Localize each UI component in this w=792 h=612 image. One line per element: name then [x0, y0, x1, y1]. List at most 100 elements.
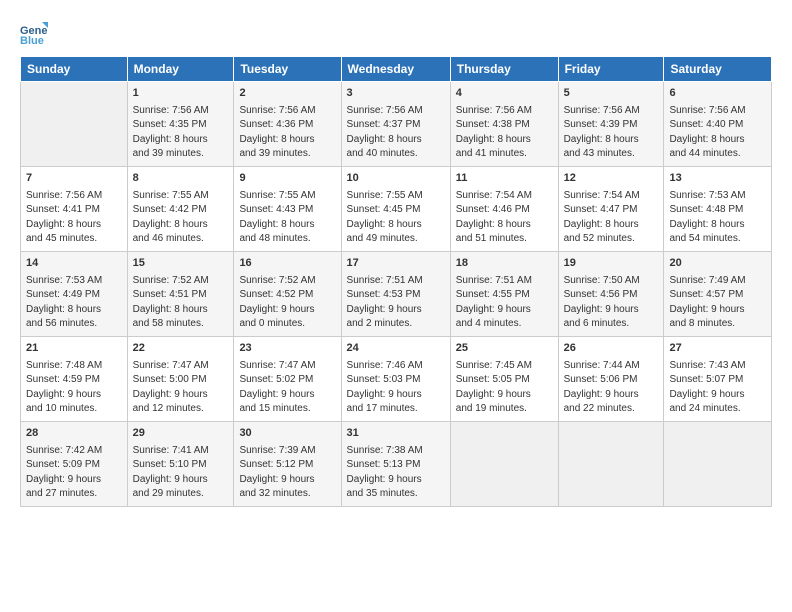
day-number: 9	[239, 171, 335, 187]
day-info-line: and 49 minutes.	[347, 232, 445, 247]
day-info-line: and 2 minutes.	[347, 317, 445, 332]
week-row-2: 7Sunrise: 7:56 AMSunset: 4:41 PMDaylight…	[21, 166, 772, 251]
day-info-line: Sunset: 4:46 PM	[456, 203, 553, 218]
day-info-line: Sunrise: 7:56 AM	[456, 104, 553, 119]
cal-cell: 16Sunrise: 7:52 AMSunset: 4:52 PMDayligh…	[234, 251, 341, 336]
day-info-line: and 56 minutes.	[26, 317, 122, 332]
day-number: 29	[133, 426, 229, 442]
logo: General Blue	[20, 18, 52, 46]
day-info-line: and 6 minutes.	[564, 317, 659, 332]
day-info-line: Sunrise: 7:51 AM	[456, 274, 553, 289]
day-info-line: Sunset: 4:48 PM	[669, 203, 766, 218]
day-info-line: Sunset: 4:56 PM	[564, 288, 659, 303]
cal-cell: 9Sunrise: 7:55 AMSunset: 4:43 PMDaylight…	[234, 166, 341, 251]
day-info-line: and 40 minutes.	[347, 147, 445, 162]
cal-cell	[450, 421, 558, 506]
cal-cell: 3Sunrise: 7:56 AMSunset: 4:37 PMDaylight…	[341, 82, 450, 167]
day-info-line: Sunrise: 7:39 AM	[239, 444, 335, 459]
day-info-line: Sunrise: 7:56 AM	[133, 104, 229, 119]
day-info-line: Sunrise: 7:49 AM	[669, 274, 766, 289]
day-number: 3	[347, 86, 445, 102]
day-info-line: and 44 minutes.	[669, 147, 766, 162]
header-thursday: Thursday	[450, 57, 558, 82]
day-info-line: and 51 minutes.	[456, 232, 553, 247]
day-info-line: Sunset: 4:42 PM	[133, 203, 229, 218]
day-number: 6	[669, 86, 766, 102]
day-info-line: Sunrise: 7:50 AM	[564, 274, 659, 289]
day-info-line: Daylight: 9 hours	[564, 303, 659, 318]
day-number: 25	[456, 341, 553, 357]
day-number: 18	[456, 256, 553, 272]
cal-cell	[558, 421, 664, 506]
day-info-line: Sunrise: 7:56 AM	[26, 189, 122, 204]
day-number: 28	[26, 426, 122, 442]
day-info-line: Sunset: 5:09 PM	[26, 458, 122, 473]
day-number: 22	[133, 341, 229, 357]
week-row-1: 1Sunrise: 7:56 AMSunset: 4:35 PMDaylight…	[21, 82, 772, 167]
day-number: 17	[347, 256, 445, 272]
cal-cell: 5Sunrise: 7:56 AMSunset: 4:39 PMDaylight…	[558, 82, 664, 167]
day-info-line: Sunrise: 7:56 AM	[347, 104, 445, 119]
day-info-line: Sunset: 5:03 PM	[347, 373, 445, 388]
day-info-line: Sunrise: 7:56 AM	[564, 104, 659, 119]
day-info-line: Sunset: 4:59 PM	[26, 373, 122, 388]
day-info-line: and 32 minutes.	[239, 487, 335, 502]
day-info-line: Sunset: 4:41 PM	[26, 203, 122, 218]
cal-cell	[664, 421, 772, 506]
day-info-line: Daylight: 8 hours	[456, 133, 553, 148]
day-info-line: and 35 minutes.	[347, 487, 445, 502]
day-info-line: Sunset: 4:52 PM	[239, 288, 335, 303]
day-info-line: Sunrise: 7:54 AM	[456, 189, 553, 204]
cal-cell: 31 Sunrise: 7:38 AMSunset: 5:13 PMDayligh…	[341, 421, 450, 506]
day-info-line: Daylight: 8 hours	[239, 133, 335, 148]
day-info-line: Sunset: 5:13 PM	[347, 458, 445, 473]
day-info-line: Daylight: 8 hours	[347, 133, 445, 148]
day-info-line: Sunset: 4:35 PM	[133, 118, 229, 133]
day-number: 31	[347, 426, 445, 442]
day-info-line: and 54 minutes.	[669, 232, 766, 247]
day-number: 24	[347, 341, 445, 357]
day-number: 12	[564, 171, 659, 187]
day-info-line: Sunrise: 7:44 AM	[564, 359, 659, 374]
day-number: 10	[347, 171, 445, 187]
svg-text:Blue: Blue	[20, 35, 44, 46]
day-info-line: Sunrise: 7:52 AM	[133, 274, 229, 289]
cal-cell: 10Sunrise: 7:55 AMSunset: 4:45 PMDayligh…	[341, 166, 450, 251]
day-number: 8	[133, 171, 229, 187]
day-info-line: and 29 minutes.	[133, 487, 229, 502]
day-number: 4	[456, 86, 553, 102]
day-info-line: Daylight: 8 hours	[564, 133, 659, 148]
day-info-line: Daylight: 9 hours	[347, 303, 445, 318]
day-info-line: Sunset: 5:10 PM	[133, 458, 229, 473]
day-number: 5	[564, 86, 659, 102]
week-row-5: 28Sunrise: 7:42 AMSunset: 5:09 PMDayligh…	[21, 421, 772, 506]
cal-cell: 29Sunrise: 7:41 AMSunset: 5:10 PMDayligh…	[127, 421, 234, 506]
day-number: 16	[239, 256, 335, 272]
week-row-3: 14Sunrise: 7:53 AMSunset: 4:49 PMDayligh…	[21, 251, 772, 336]
day-info-line: and 43 minutes.	[564, 147, 659, 162]
day-info-line: Daylight: 8 hours	[133, 218, 229, 233]
day-info-line: Daylight: 9 hours	[26, 388, 122, 403]
day-info-line: and 27 minutes.	[26, 487, 122, 502]
cal-cell: 1Sunrise: 7:56 AMSunset: 4:35 PMDaylight…	[127, 82, 234, 167]
day-info-line: Daylight: 9 hours	[456, 388, 553, 403]
cal-cell: 14Sunrise: 7:53 AMSunset: 4:49 PMDayligh…	[21, 251, 128, 336]
day-number: 21	[26, 341, 122, 357]
day-info-line: Daylight: 9 hours	[347, 473, 445, 488]
day-info-line: Sunrise: 7:55 AM	[133, 189, 229, 204]
day-info-line: Sunrise: 7:55 AM	[239, 189, 335, 204]
day-info-line: Sunset: 5:07 PM	[669, 373, 766, 388]
cal-cell: 24Sunrise: 7:46 AMSunset: 5:03 PMDayligh…	[341, 336, 450, 421]
day-info-line: Daylight: 9 hours	[347, 388, 445, 403]
calendar-page: General Blue SundayMondayTuesdayWednesda…	[0, 0, 792, 612]
day-info-line: and 39 minutes.	[133, 147, 229, 162]
day-info-line: Daylight: 8 hours	[564, 218, 659, 233]
day-info-line: Sunrise: 7:56 AM	[239, 104, 335, 119]
header-sunday: Sunday	[21, 57, 128, 82]
cal-cell	[21, 82, 128, 167]
day-info-line: and 52 minutes.	[564, 232, 659, 247]
day-info-line: Sunset: 5:00 PM	[133, 373, 229, 388]
cal-cell: 6Sunrise: 7:56 AMSunset: 4:40 PMDaylight…	[664, 82, 772, 167]
day-info-line: Sunrise: 7:38 AM	[347, 444, 445, 459]
cal-cell: 26Sunrise: 7:44 AMSunset: 5:06 PMDayligh…	[558, 336, 664, 421]
